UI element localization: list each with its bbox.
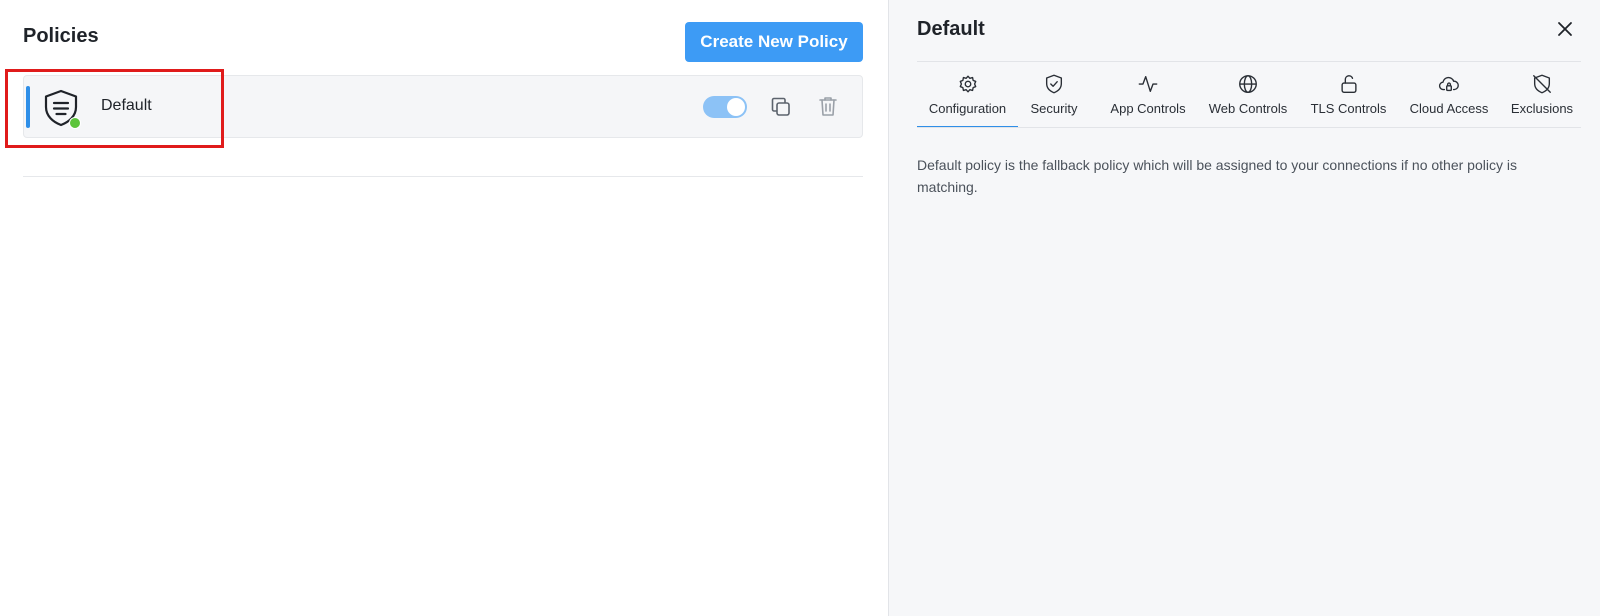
tab-label: Exclusions bbox=[1510, 101, 1574, 116]
tab-cloud-access[interactable]: Cloud Access bbox=[1401, 72, 1497, 128]
tab-exclusions[interactable]: Exclusions bbox=[1503, 72, 1581, 128]
divider bbox=[23, 176, 863, 177]
tab-label: App Controls bbox=[1110, 101, 1186, 116]
highlight-annotation bbox=[5, 69, 224, 148]
tab-bar: Configuration Security App Controls Web … bbox=[917, 72, 1581, 128]
unlock-icon bbox=[1338, 73, 1360, 95]
tab-tls-controls[interactable]: TLS Controls bbox=[1303, 72, 1394, 128]
tab-web-controls[interactable]: Web Controls bbox=[1200, 72, 1296, 128]
tab-label: Cloud Access bbox=[1409, 101, 1489, 116]
globe-icon bbox=[1237, 73, 1259, 95]
close-icon[interactable] bbox=[1554, 18, 1576, 40]
tab-label: TLS Controls bbox=[1310, 101, 1387, 116]
policy-enabled-toggle[interactable] bbox=[703, 96, 747, 118]
tab-app-controls[interactable]: App Controls bbox=[1096, 72, 1200, 128]
page-title: Policies bbox=[23, 25, 99, 47]
policy-description: Default policy is the fallback policy wh… bbox=[917, 157, 1517, 195]
shield-off-icon bbox=[1531, 73, 1553, 95]
duplicate-icon[interactable] bbox=[769, 95, 793, 119]
cloud-lock-icon bbox=[1438, 73, 1460, 95]
policy-detail-panel: Default Configuration Security App Contr… bbox=[888, 0, 1600, 616]
tab-label: Configuration bbox=[928, 101, 1007, 116]
divider bbox=[917, 127, 1581, 128]
toggle-knob bbox=[727, 98, 745, 116]
tab-security[interactable]: Security bbox=[1018, 72, 1090, 128]
tab-label: Security bbox=[1030, 101, 1078, 116]
panel-title: Default bbox=[917, 18, 985, 40]
shield-check-icon bbox=[1043, 73, 1065, 95]
tab-configuration[interactable]: Configuration bbox=[917, 72, 1018, 128]
divider bbox=[917, 61, 1581, 62]
policies-pane: Policies Create New Policy Default bbox=[0, 0, 888, 616]
delete-icon[interactable] bbox=[816, 94, 840, 118]
gear-icon bbox=[957, 73, 979, 95]
activity-icon bbox=[1137, 73, 1159, 95]
create-new-policy-button[interactable]: Create New Policy bbox=[685, 22, 863, 62]
tab-label: Web Controls bbox=[1208, 101, 1288, 116]
